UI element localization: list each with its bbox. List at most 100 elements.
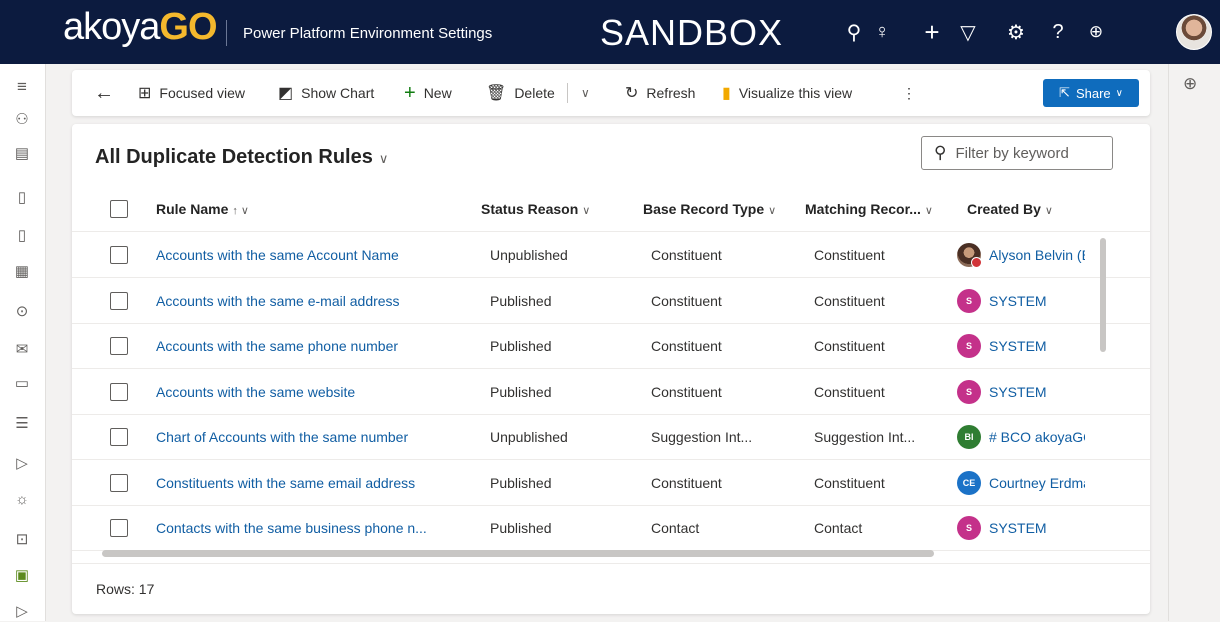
created-by-cell: Alyson Belvin (B — [957, 243, 1085, 267]
show-chart-button[interactable]: ◩ Show Chart — [278, 80, 374, 106]
status-reason-cell: Published — [490, 474, 552, 491]
column-status-reason[interactable]: Status Reason ∨ — [481, 201, 590, 217]
hamburger-icon[interactable]: ≡ — [11, 76, 33, 98]
row-checkbox[interactable] — [110, 382, 128, 401]
more-commands-button[interactable]: ⋮ — [902, 80, 916, 106]
table-row[interactable]: Accounts with the same Account Name Unpub… — [72, 232, 1150, 278]
plus-icon[interactable]: + — [920, 17, 944, 47]
code-icon[interactable]: ⊡ — [11, 528, 33, 550]
focused-view-button[interactable]: ⊞ Focused view — [138, 80, 245, 106]
status-reason-cell: Published — [490, 338, 552, 354]
row-checkbox[interactable] — [110, 246, 128, 264]
document-icon[interactable]: ▯ — [11, 224, 33, 246]
view-selector[interactable]: All Duplicate Detection Rules ∨ — [95, 146, 388, 169]
rule-name-link[interactable]: Chart of Accounts with the same number — [156, 429, 456, 445]
visualize-view-button[interactable]: ▮ Visualize this view — [722, 80, 852, 106]
filter-icon[interactable]: ▽ — [956, 20, 980, 44]
table-row[interactable]: Contacts with the same business phone n.… — [72, 505, 1150, 551]
app-title[interactable]: Power Platform Environment Settings — [243, 25, 492, 42]
expand-icon[interactable]: ▷ — [11, 452, 33, 474]
back-button[interactable]: ← — [94, 80, 114, 106]
refresh-button[interactable]: ↻ Refresh — [625, 80, 695, 106]
search-icon[interactable]: ⚲ — [842, 20, 866, 44]
environment-name: SANDBOX — [600, 12, 784, 53]
chat-settings-icon[interactable]: ▭ — [11, 372, 33, 394]
lock-icon[interactable]: ⊙ — [11, 300, 33, 322]
created-by-link[interactable]: SYSTEM — [989, 293, 1047, 309]
rule-name-link[interactable]: Accounts with the same website — [156, 384, 456, 400]
mail-icon[interactable]: ✉ — [11, 338, 33, 360]
share-icon: ⇱ — [1059, 85, 1070, 100]
row-checkbox[interactable] — [110, 291, 128, 310]
delete-button[interactable]: 🗑 Delete — [486, 80, 555, 106]
folder-check-icon[interactable]: ▣ — [11, 564, 33, 586]
delete-options-chevron[interactable]: ∨ — [581, 80, 590, 106]
filter-box[interactable]: ⚲ — [921, 136, 1113, 170]
table-row[interactable]: Accounts with the same website Published C… — [72, 369, 1150, 415]
base-record-type-cell: Constituent — [651, 474, 722, 491]
view-panel: All Duplicate Detection Rules∨ ⚲ Rule Na… — [72, 124, 1150, 614]
user-avatar[interactable] — [1176, 14, 1212, 50]
people-icon[interactable]: ⚇ — [11, 108, 33, 130]
created-by-link[interactable]: SYSTEM — [989, 384, 1047, 400]
expand-icon[interactable]: ▷ — [11, 600, 33, 622]
created-by-link[interactable]: Alyson Belvin (B — [989, 247, 1085, 263]
copilot-icon[interactable]: ⊕ — [1084, 20, 1108, 44]
avatar: S — [957, 516, 981, 540]
row-checkbox[interactable] — [110, 473, 128, 492]
lightbulb-icon[interactable]: ☼ — [11, 488, 33, 510]
chevron-down-icon: ∨ — [582, 205, 591, 217]
chevron-down-icon: ∨ — [768, 205, 777, 217]
row-checkbox[interactable] — [110, 519, 128, 537]
created-by-link[interactable]: Courtney Erdma — [989, 475, 1085, 491]
divider — [72, 563, 1150, 564]
column-created-by[interactable]: Created By ∨ — [967, 201, 1053, 217]
created-by-link[interactable]: # BCO akoyaGO — [989, 429, 1085, 445]
copilot-icon[interactable]: ⊕ — [1183, 74, 1197, 94]
new-button[interactable]: + New — [404, 80, 452, 106]
select-all-checkbox[interactable] — [110, 200, 128, 218]
lightbulb-icon[interactable]: ♀ — [870, 20, 894, 44]
row-checkbox[interactable] — [110, 337, 128, 355]
table-row[interactable]: Chart of Accounts with the same number Un… — [72, 414, 1150, 460]
chart-icon: ◩ — [278, 85, 294, 102]
rule-name-link[interactable]: Accounts with the same Account Name — [156, 247, 456, 263]
sort-ascending-icon: ↑ ∨ — [232, 205, 249, 217]
table-row[interactable]: Accounts with the same phone number Publi… — [72, 323, 1150, 369]
horizontal-scrollbar[interactable] — [102, 550, 934, 557]
more-icon: ⋮ — [902, 84, 916, 101]
table-row[interactable]: Constituents with the same email address… — [72, 460, 1150, 506]
matching-record-cell: Suggestion Int... — [814, 429, 916, 445]
rule-name-link[interactable]: Accounts with the same phone number — [156, 338, 456, 354]
column-matching-record[interactable]: Matching Recor... ∨ — [805, 201, 933, 217]
help-icon[interactable]: ? — [1046, 20, 1070, 44]
filter-input[interactable] — [955, 144, 1096, 162]
vertical-scrollbar[interactable] — [1100, 238, 1106, 352]
status-reason-cell: Unpublished — [490, 429, 568, 445]
row-checkbox[interactable] — [110, 428, 128, 446]
matching-record-cell: Constituent — [814, 338, 885, 354]
column-rule-name[interactable]: Rule Name ↑ ∨ — [156, 201, 249, 217]
created-by-link[interactable]: SYSTEM — [989, 520, 1047, 536]
base-record-type-cell: Constituent — [651, 338, 722, 354]
avatar: S — [957, 288, 981, 313]
akoya-logo[interactable]: akoyaGO — [63, 6, 218, 49]
status-reason-cell: Published — [490, 292, 552, 309]
list-settings-icon[interactable]: ☰ — [11, 412, 33, 434]
column-base-record-type[interactable]: Base Record Type ∨ — [643, 201, 776, 217]
document-settings-icon[interactable]: ▯ — [11, 186, 33, 208]
rule-name-link[interactable]: Contacts with the same business phone n.… — [156, 520, 456, 536]
rule-name-link[interactable]: Accounts with the same e-mail address — [156, 293, 456, 309]
gear-icon[interactable]: ⚙ — [1004, 20, 1028, 44]
left-navigation: ≡ ⚇ ▤ ▯ ▯ ▦ ⊙ ✉ ▭ ☰ ▷ ☼ ⊡ ▣ ▷ — [0, 64, 46, 621]
avatar: BI — [957, 425, 981, 449]
entities-icon[interactable]: ▤ — [11, 142, 33, 164]
matching-record-cell: Contact — [814, 520, 863, 536]
form-icon[interactable]: ▦ — [11, 260, 33, 282]
created-by-cell: CE Courtney Erdma — [957, 470, 1085, 495]
table-row[interactable]: Accounts with the same e-mail address Pub… — [72, 278, 1150, 324]
share-button[interactable]: ⇱ Share ∨ — [1043, 79, 1139, 107]
rule-name-link[interactable]: Constituents with the same email address — [156, 475, 456, 491]
chevron-down-icon: ∨ — [1115, 87, 1123, 99]
created-by-link[interactable]: SYSTEM — [989, 338, 1047, 354]
